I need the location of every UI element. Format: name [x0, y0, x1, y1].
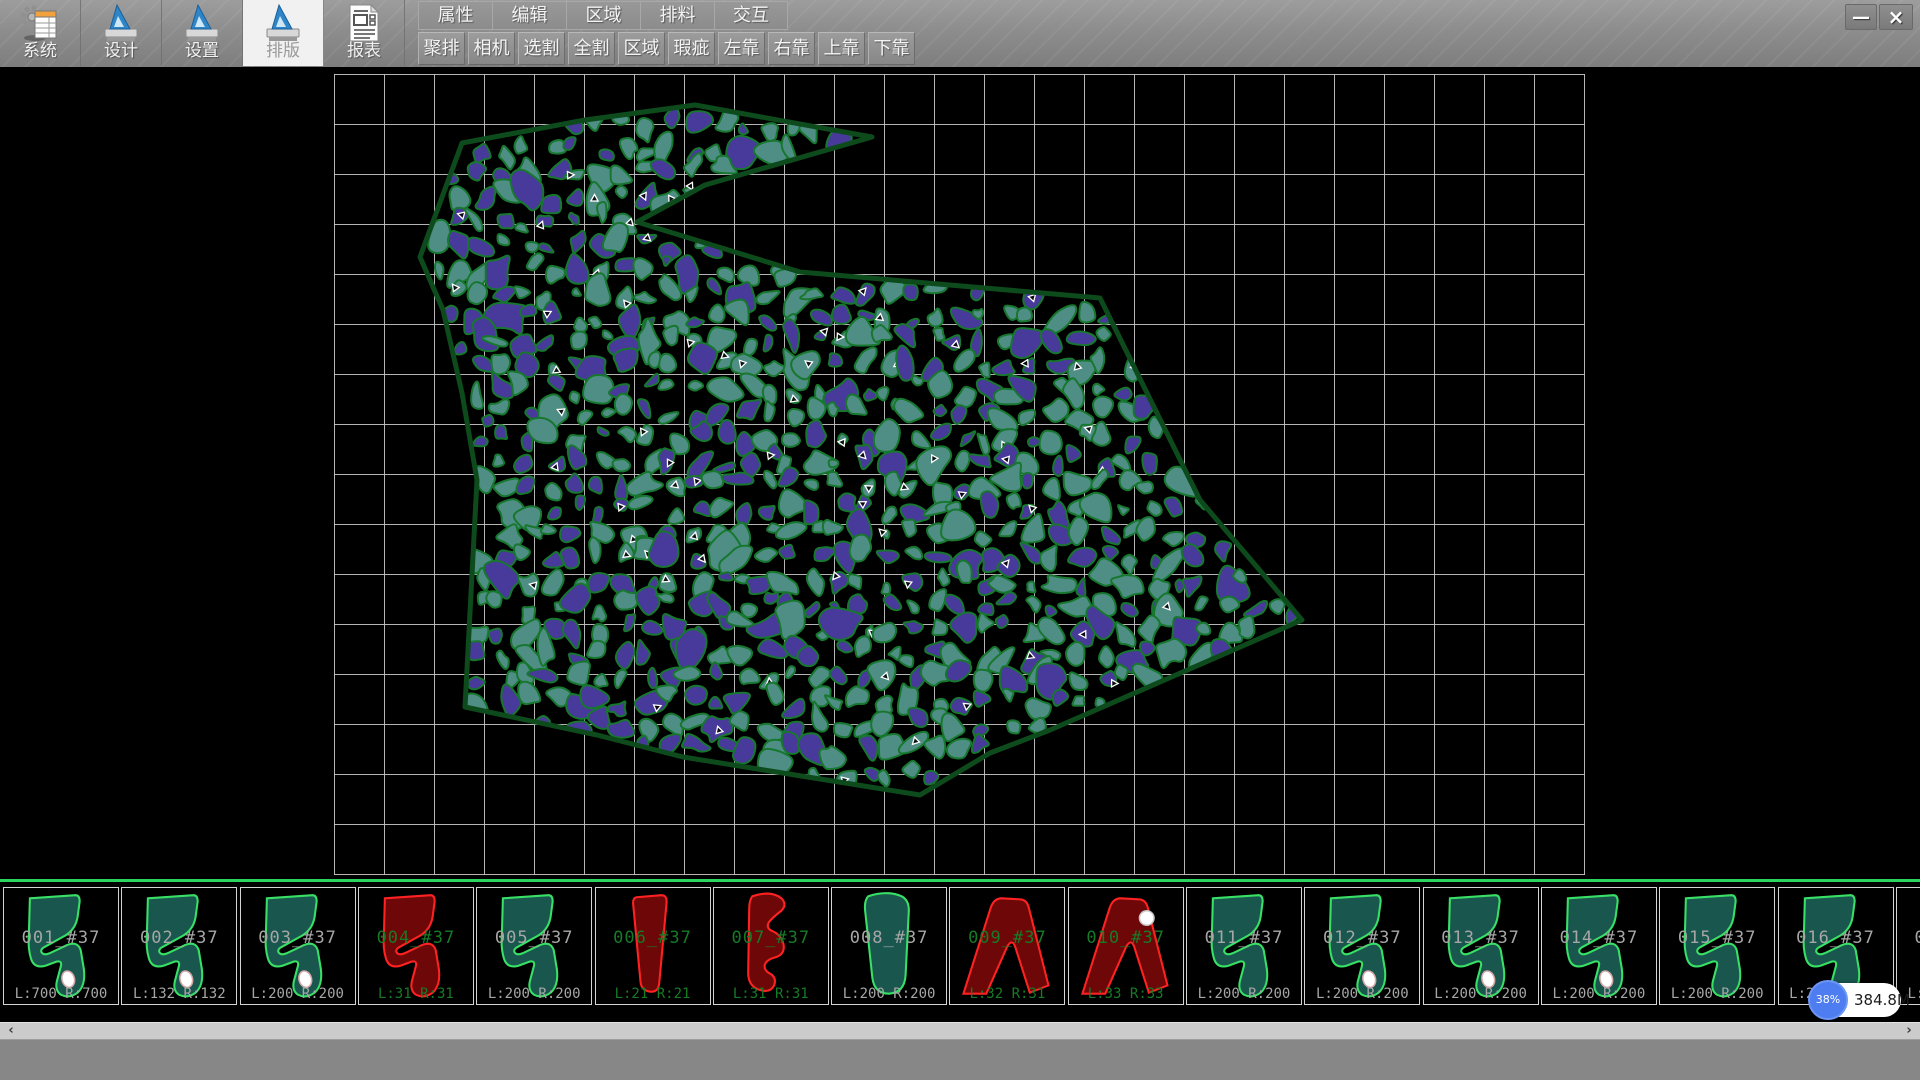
part-thumbnail-004_#37[interactable]: 004_#37 L:31 R:31 [358, 887, 474, 1005]
part-thumbnail-002_#37[interactable]: 002_#37 L:132 R:132 [121, 887, 237, 1005]
toolbar-button-报表[interactable]: 报表 [324, 0, 405, 66]
part-lr-count: L:200 R:200 [1660, 986, 1774, 1002]
part-title: 005_#37 [477, 928, 591, 948]
action-button-右靠[interactable]: 右靠 [768, 32, 815, 65]
part-title: 006_#37 [596, 928, 710, 948]
part-lr-count: L:132 R:132 [122, 986, 236, 1002]
leather-hide-nest [0, 67, 1920, 879]
toolbar-button-label: 设置 [162, 42, 242, 60]
bottom-bar [0, 1039, 1920, 1080]
tab-区域[interactable]: 区域 [566, 1, 640, 30]
part-title: 017_#37 [1897, 928, 1920, 948]
report-doc-icon [324, 2, 404, 44]
tab-排料[interactable]: 排料 [640, 1, 714, 30]
part-thumbnail-010_#37[interactable]: 010_#37 L:33 R:33 [1068, 887, 1184, 1005]
progress-indicator: 38% 384.8M [1812, 983, 1901, 1017]
minimize-button[interactable]: — [1845, 4, 1877, 30]
part-title: 008_#37 [832, 928, 946, 948]
progress-percent-badge: 38% [1808, 980, 1848, 1020]
memory-usage: 384.8M [1854, 983, 1910, 1017]
set-square-icon [162, 2, 242, 44]
action-button-聚排[interactable]: 聚排 [418, 32, 465, 65]
part-lr-count: L:31 R:31 [359, 986, 473, 1002]
part-title: 001_#37 [4, 928, 118, 948]
part-title: 013_#37 [1424, 928, 1538, 948]
part-thumbnail-007_#37[interactable]: 007_#37 L:31 R:31 [713, 887, 829, 1005]
toolbar-button-排版[interactable]: 排版 [243, 0, 324, 66]
part-lr-count: L:200 R:200 [241, 986, 355, 1002]
part-title: 014_#37 [1542, 928, 1656, 948]
scroll-right-icon[interactable]: › [1900, 1023, 1918, 1040]
tab-交互[interactable]: 交互 [714, 1, 788, 30]
part-thumbnail-013_#37[interactable]: 013_#37 L:200 R:200 [1423, 887, 1539, 1005]
action-button-选割[interactable]: 选割 [518, 32, 565, 65]
menu-tabs: 属性编辑区域排料交互 [418, 1, 788, 30]
close-button[interactable]: × [1879, 4, 1913, 30]
toolbar-button-label: 系统 [0, 42, 80, 60]
toolbar-button-设置[interactable]: 设置 [162, 0, 243, 66]
action-button-区域[interactable]: 区域 [618, 32, 665, 65]
part-thumbnail-005_#37[interactable]: 005_#37 L:200 R:200 [476, 887, 592, 1005]
tab-编辑[interactable]: 编辑 [492, 1, 566, 30]
part-lr-count: L:200 R:200 [1305, 986, 1419, 1002]
system-gear-icon [0, 2, 80, 44]
part-thumbnail-009_#37[interactable]: 009_#37 L:32 R:31 [949, 887, 1065, 1005]
part-lr-count: L:200 R:200 [1424, 986, 1538, 1002]
part-lr-count: L:33 R:33 [1069, 986, 1183, 1002]
toolbar-button-label: 设计 [81, 42, 161, 60]
part-thumbnail-012_#37[interactable]: 012_#37 L:200 R:200 [1304, 887, 1420, 1005]
part-title: 015_#37 [1660, 928, 1774, 948]
part-lr-count: L:200 R:200 [1187, 986, 1301, 1002]
part-title: 004_#37 [359, 928, 473, 948]
part-lr-count: L:21 R:21 [596, 986, 710, 1002]
part-thumbnail-001_#37[interactable]: 001_#37 L:700 R:700 [3, 887, 119, 1005]
part-thumbnail-003_#37[interactable]: 003_#37 L:200 R:200 [240, 887, 356, 1005]
part-lr-count: L:200 R:200 [477, 986, 591, 1002]
toolbar-button-label: 排版 [243, 42, 323, 60]
action-button-相机[interactable]: 相机 [468, 32, 515, 65]
tab-属性[interactable]: 属性 [418, 1, 492, 30]
toolbar-button-系统[interactable]: 系统 [0, 0, 81, 66]
set-square-icon [243, 2, 323, 44]
part-thumbnail-006_#37[interactable]: 006_#37 L:21 R:21 [595, 887, 711, 1005]
part-title: 010_#37 [1069, 928, 1183, 948]
action-button-左靠[interactable]: 左靠 [718, 32, 765, 65]
part-thumbnail-011_#37[interactable]: 011_#37 L:200 R:200 [1186, 887, 1302, 1005]
part-title: 002_#37 [122, 928, 236, 948]
nesting-canvas[interactable] [0, 67, 1920, 879]
toolbar-button-label: 报表 [324, 42, 404, 60]
part-thumbnail-008_#37[interactable]: 008_#37 L:200 R:200 [831, 887, 947, 1005]
action-button-下靠[interactable]: 下靠 [868, 32, 915, 65]
action-button-瑕疵[interactable]: 瑕疵 [668, 32, 715, 65]
part-title: 007_#37 [714, 928, 828, 948]
horizontal-scrollbar[interactable]: ‹ › [0, 1022, 1920, 1039]
action-buttons: 聚排相机选割全割区域瑕疵左靠右靠上靠下靠 [418, 32, 915, 66]
main-toolbar: 系统设计设置排版报表 属性编辑区域排料交互 聚排相机选割全割区域瑕疵左靠右靠上靠… [0, 0, 1920, 67]
part-lr-count: L:32 R:31 [950, 986, 1064, 1002]
part-lr-count: L:200 R:200 [1542, 986, 1656, 1002]
part-thumbnail-015_#37[interactable]: 015_#37 L:200 R:200 [1659, 887, 1775, 1005]
part-title: 003_#37 [241, 928, 355, 948]
scroll-left-icon[interactable]: ‹ [2, 1023, 20, 1040]
part-lr-count: L:700 R:700 [4, 986, 118, 1002]
part-title: 009_#37 [950, 928, 1064, 948]
part-title: 012_#37 [1305, 928, 1419, 948]
set-square-icon [81, 2, 161, 44]
toolbar-button-设计[interactable]: 设计 [81, 0, 162, 66]
action-button-全割[interactable]: 全割 [568, 32, 615, 65]
part-title: 016_#37 [1779, 928, 1893, 948]
parts-strip: 001_#37L:700 R:700002_#37L:132 R:132003_… [0, 879, 1920, 1022]
part-title: 011_#37 [1187, 928, 1301, 948]
part-thumbnail-014_#37[interactable]: 014_#37 L:200 R:200 [1541, 887, 1657, 1005]
part-lr-count: L:31 R:31 [714, 986, 828, 1002]
part-lr-count: L:200 R:200 [832, 986, 946, 1002]
action-button-上靠[interactable]: 上靠 [818, 32, 865, 65]
